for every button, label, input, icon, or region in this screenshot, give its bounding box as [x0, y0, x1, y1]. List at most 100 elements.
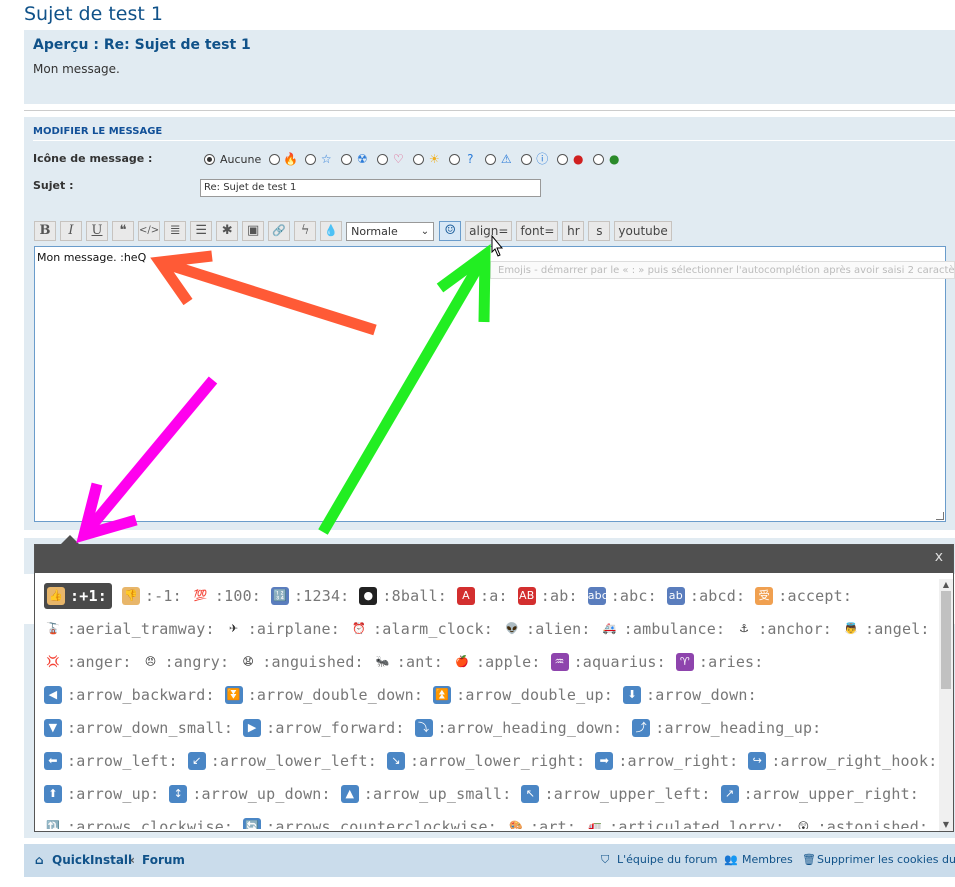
emoji-option[interactable]: A:a:	[457, 586, 508, 605]
emoji-option[interactable]: ♒:aquarius:	[550, 652, 666, 671]
icon-radio-heart[interactable]	[377, 153, 389, 165]
message-textarea[interactable]: Mon message. :heQ	[34, 246, 946, 522]
icon-radio-question[interactable]	[449, 153, 461, 165]
ordered-list-button[interactable]: ☰	[190, 221, 213, 241]
footer-forum-link[interactable]: Forum	[142, 853, 185, 867]
color-button[interactable]: 💧	[320, 221, 343, 241]
emoji-option[interactable]: AB:ab:	[517, 586, 578, 605]
emoji-option[interactable]: 受:accept:	[755, 586, 852, 605]
emoji-option[interactable]: ⤴:arrow_heading_up:	[632, 718, 821, 737]
emoji-option[interactable]: ⬆:arrow_up:	[44, 784, 159, 803]
underline-button[interactable]: U	[86, 221, 108, 241]
footer-cookies-link[interactable]: Supprimer les cookies du	[817, 853, 955, 866]
emoji-option[interactable]: ✈:airplane:	[224, 619, 340, 638]
emoji-icon: ✈	[224, 619, 243, 638]
emoji-option[interactable]: ⏬:arrow_double_down:	[224, 685, 423, 704]
emoji-icon: ⬅	[44, 751, 62, 770]
emoji-code: :a:	[480, 586, 508, 605]
quote-button[interactable]: ❝	[112, 221, 134, 241]
emoji-option[interactable]: 😧:anguished:	[239, 652, 364, 671]
scroll-up-icon[interactable]: ▲	[939, 579, 953, 591]
emoji-option[interactable]: abc:abc:	[587, 586, 657, 605]
footer-members-link[interactable]: Membres	[742, 853, 793, 866]
icon-radio-happy[interactable]	[593, 153, 605, 165]
emoji-option[interactable]: ↪:arrow_right_hook:	[748, 751, 934, 770]
close-button[interactable]: x	[935, 549, 943, 565]
scroll-thumb[interactable]	[941, 591, 951, 689]
emoji-option[interactable]: ◀ :arrow_backward:	[44, 685, 215, 704]
emoji-option[interactable]: ↘:arrow_lower_right:	[386, 751, 585, 770]
emoji-option[interactable]: ⬇:arrow_down:	[623, 685, 757, 704]
emoji-option[interactable]: ▲:arrow_up_small:	[340, 784, 512, 803]
emoji-option[interactable]: 🍎:apple:	[452, 652, 541, 671]
emoji-option[interactable]: 👼:angel:	[842, 619, 930, 638]
emoji-option[interactable]: 🔃:arrows_clockwise:	[44, 817, 233, 829]
emoji-option[interactable]: 👍:+1:	[44, 582, 112, 609]
list-item-button[interactable]: ✱	[216, 221, 239, 241]
emoji-option[interactable]: 💢:anger:	[44, 652, 132, 671]
smiley-icon: ☺	[444, 223, 456, 238]
emoji-option[interactable]: 🔢:1234:	[271, 586, 349, 605]
image-button[interactable]: ▣	[242, 221, 265, 241]
code-button[interactable]: </>	[138, 221, 161, 241]
align-button[interactable]: align=	[465, 221, 513, 241]
scrollbar[interactable]: ▲ ▼	[939, 579, 953, 831]
emoji-code: :100:	[214, 586, 262, 605]
resize-handle[interactable]	[936, 512, 944, 520]
scroll-down-icon[interactable]: ▼	[939, 819, 953, 831]
font-button[interactable]: font=	[516, 221, 559, 241]
emoji-option[interactable]: ⏰:alarm_clock:	[350, 619, 493, 638]
emoji-option[interactable]: ⤵:arrow_heading_down:	[414, 718, 623, 737]
emoji-icon: ◀	[44, 685, 62, 704]
flash-button[interactable]: ϟ	[294, 221, 317, 241]
bold-button[interactable]: B	[34, 221, 56, 241]
subject-input[interactable]: Re: Sujet de test 1	[200, 179, 541, 197]
emoji-option[interactable]: 🎨:art:	[506, 817, 576, 829]
emoji-option[interactable]: 👎:-1:	[121, 586, 182, 605]
link-button[interactable]: 🔗	[268, 221, 291, 241]
icon-radio-info[interactable]	[521, 153, 533, 165]
emoji-button[interactable]: ☺	[439, 221, 462, 241]
icon-radio-lightbulb[interactable]	[413, 153, 425, 165]
hr-button[interactable]: hr	[562, 221, 585, 241]
emoji-option[interactable]: 🔄:arrows_counterclockwise:	[243, 817, 497, 829]
icon-radio-sad[interactable]	[557, 153, 569, 165]
emoji-option[interactable]: ▼:arrow_down_small:	[44, 718, 233, 737]
icon-radio-group: Aucune 🔥 ☆ ☢ ♡ ☀ ? ⚠ ⓘ ● ●	[200, 151, 621, 167]
strike-button[interactable]: s	[588, 221, 611, 241]
emoji-code: :arrow_backward:	[67, 685, 215, 704]
footer-home-link[interactable]: QuickInstall	[52, 853, 132, 867]
emoji-option[interactable]: 🚡:aerial_tramway:	[44, 619, 215, 638]
emoji-option[interactable]: 👽:alien:	[503, 619, 591, 638]
icon-radio-radioactive[interactable]	[341, 153, 353, 165]
font-size-select[interactable]: Normale ⌄	[346, 221, 435, 241]
emoji-option[interactable]: 🐜:ant:	[373, 652, 443, 671]
icon-radio-fire[interactable]	[269, 153, 281, 165]
emoji-option[interactable]: ⬅:arrow_left:	[44, 751, 178, 770]
list-button[interactable]: ≣	[164, 221, 187, 241]
emoji-option[interactable]: ↙:arrow_lower_left:	[187, 751, 377, 770]
emoji-option[interactable]: ab:abcd:	[666, 586, 745, 605]
emoji-option[interactable]: ⚓:anchor:	[735, 619, 832, 638]
emoji-option[interactable]: ♈:aries:	[675, 652, 764, 671]
emoji-option[interactable]: ➡:arrow_right:	[595, 751, 738, 770]
emoji-option[interactable]: ▶:arrow_forward:	[243, 718, 404, 737]
emoji-option[interactable]: ↗:arrow_upper_right:	[720, 784, 919, 803]
emoji-code: :alien:	[526, 619, 591, 638]
emoji-option[interactable]: 💯:100:	[191, 586, 262, 605]
emoji-option[interactable]: 🚛:articulated_lorry:	[586, 817, 784, 829]
emoji-icon: abc	[587, 586, 608, 605]
icon-radio-none[interactable]	[204, 153, 215, 165]
icon-radio-warning[interactable]	[485, 153, 497, 165]
emoji-option[interactable]: 😠:angry:	[141, 652, 230, 671]
footer-team-link[interactable]: L'équipe du forum	[617, 853, 717, 866]
italic-button[interactable]: I	[60, 221, 82, 241]
emoji-option[interactable]: ●:8ball:	[359, 586, 447, 605]
emoji-option[interactable]: 😲:astonished:	[794, 817, 928, 829]
emoji-option[interactable]: ↖:arrow_upper_left:	[521, 784, 710, 803]
emoji-option[interactable]: 🚑:ambulance:	[600, 619, 726, 638]
youtube-button[interactable]: youtube	[614, 221, 672, 241]
icon-radio-star[interactable]	[305, 153, 317, 165]
emoji-option[interactable]: ⏫:arrow_double_up:	[433, 685, 613, 704]
emoji-option[interactable]: ↕:arrow_up_down:	[169, 784, 331, 803]
